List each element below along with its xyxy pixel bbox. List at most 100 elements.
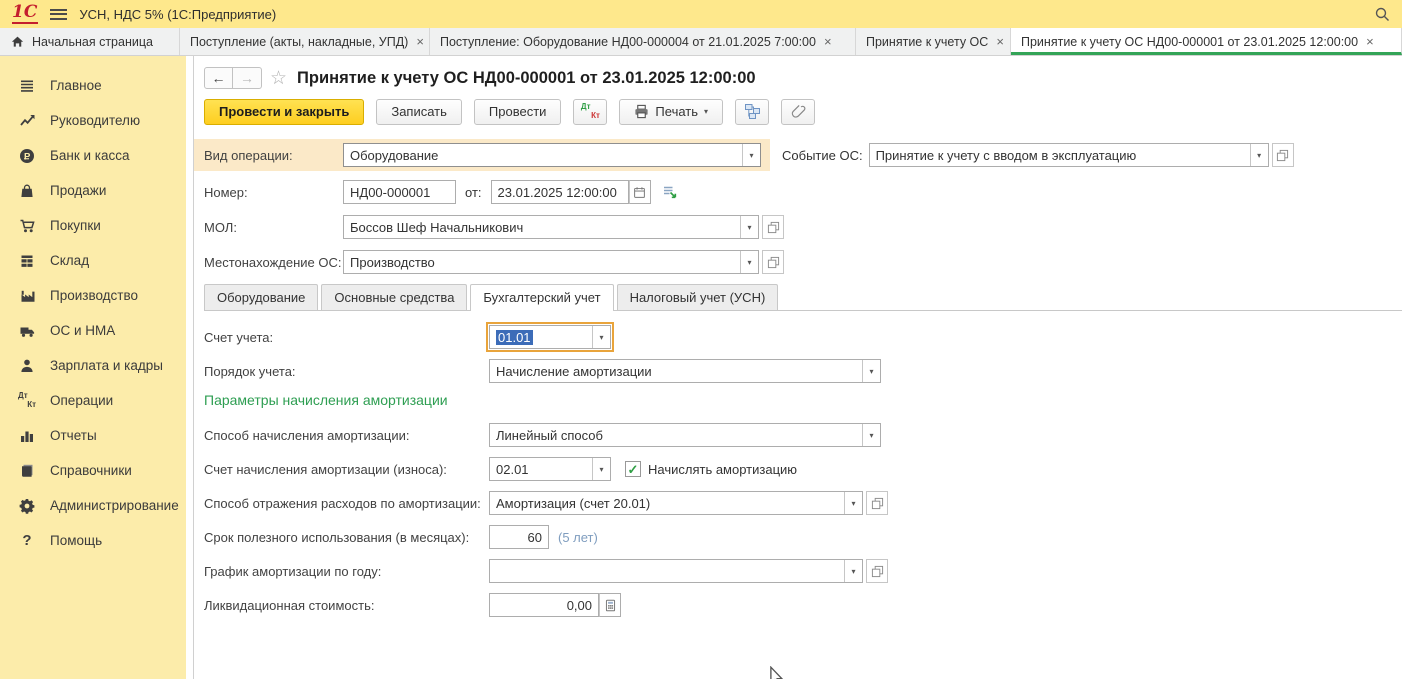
tab-equipment[interactable]: Оборудование (204, 284, 318, 310)
sidebar-item-help[interactable]: ? Помощь (0, 523, 186, 558)
operation-kind-row-highlight: Вид операции: Оборудование ▾ (194, 139, 770, 171)
chevron-down-icon[interactable]: ▾ (592, 326, 610, 348)
location-open-button[interactable] (762, 250, 784, 274)
close-icon[interactable]: × (995, 34, 1005, 49)
os-event-open-button[interactable] (1272, 143, 1294, 167)
chevron-down-icon[interactable]: ▾ (862, 424, 880, 446)
tab-receipt-document[interactable]: Поступление: Оборудование НД00-000004 от… (430, 28, 856, 55)
useful-life-input[interactable]: 60 (489, 525, 549, 549)
os-event-combo[interactable]: Принятие к учету с вводом в эксплуатацию… (869, 143, 1269, 167)
depreciation-schedule-combo[interactable]: ▾ (489, 559, 863, 583)
tab-os-acceptance-document[interactable]: Принятие к учету ОС НД00-000001 от 23.01… (1011, 28, 1402, 55)
tab-fixed-assets[interactable]: Основные средства (321, 284, 467, 310)
accrue-depreciation-checkbox[interactable]: ✓ (625, 461, 641, 477)
sidebar-item-label: Операции (50, 393, 113, 408)
close-icon[interactable]: × (1365, 34, 1375, 49)
close-icon[interactable]: × (823, 34, 833, 49)
warehouse-shelves-icon (18, 253, 36, 269)
sidebar-item-payroll-hr[interactable]: Зарплата и кадры (0, 348, 186, 383)
set-date-icon (662, 184, 678, 200)
account-combo[interactable]: 01.01 ▾ (489, 325, 611, 349)
tab-home-page[interactable]: Начальная страница (0, 28, 180, 55)
question-mark-icon: ? (18, 532, 36, 549)
liquidation-value-input[interactable]: 0,00 (489, 593, 599, 617)
print-button[interactable]: Печать ▾ (619, 99, 723, 125)
depreciation-method-combo[interactable]: Линейный способ ▾ (489, 423, 881, 447)
sidebar-item-reports[interactable]: Отчеты (0, 418, 186, 453)
paperclip-icon (791, 104, 806, 119)
document-structure-button[interactable] (735, 99, 769, 125)
depreciation-account-combo[interactable]: 02.01 ▾ (489, 457, 611, 481)
favorite-star-icon[interactable]: ☆ (270, 67, 287, 90)
open-link-icon (767, 221, 780, 234)
sidebar-item-label: Администрирование (50, 498, 179, 513)
open-link-icon (871, 565, 884, 578)
number-label: Номер: (204, 185, 343, 200)
calculator-button[interactable] (599, 593, 621, 617)
calculator-icon (604, 599, 617, 612)
mol-open-button[interactable] (762, 215, 784, 239)
date-input[interactable]: 23.01.2025 12:00:00 (491, 180, 629, 204)
calendar-button[interactable] (629, 180, 651, 204)
sidebar-item-production[interactable]: Производство (0, 278, 186, 313)
depreciation-schedule-open-button[interactable] (866, 559, 888, 583)
chevron-down-icon[interactable]: ▾ (742, 144, 760, 166)
tab-tax-usn[interactable]: Налоговый учет (УСН) (617, 284, 779, 310)
post-and-close-button[interactable]: Провести и закрыть (204, 99, 364, 125)
sidebar-item-manager[interactable]: Руководителю (0, 103, 186, 138)
number-input[interactable]: НД00-000001 (343, 180, 456, 204)
sidebar-item-label: Отчеты (50, 428, 97, 443)
chevron-down-icon[interactable]: ▾ (592, 458, 610, 480)
dt-kt-postings-button[interactable]: ДтКт (573, 99, 607, 125)
tab-label: Поступление: Оборудование НД00-000004 от… (440, 35, 816, 49)
tab-label: Принятие к учету ОС (866, 35, 988, 49)
mol-combo[interactable]: Боссов Шеф Начальникович ▾ (343, 215, 759, 239)
accounting-order-combo[interactable]: Начисление амортизации ▾ (489, 359, 881, 383)
tab-accounting[interactable]: Бухгалтерский учет (470, 284, 613, 311)
tab-label: Поступление (акты, накладные, УПД) (190, 35, 408, 49)
sidebar-item-sales[interactable]: Продажи (0, 173, 186, 208)
sidebar-item-operations[interactable]: ДтКт Операции (0, 383, 186, 418)
sidebar-item-main[interactable]: Главное (0, 68, 186, 103)
gear-icon (18, 498, 36, 514)
tab-os-acceptance-list[interactable]: Принятие к учету ОС × (856, 28, 1011, 55)
books-icon (18, 463, 36, 479)
chevron-down-icon[interactable]: ▾ (844, 560, 862, 582)
save-button[interactable]: Записать (376, 99, 462, 125)
chevron-down-icon[interactable]: ▾ (740, 251, 758, 273)
chevron-down-icon[interactable]: ▾ (862, 360, 880, 382)
sidebar-item-label: Главное (50, 78, 102, 93)
attachments-button[interactable] (781, 99, 815, 125)
ruble-coin-icon: Р (18, 148, 36, 164)
sidebar-item-fixed-assets[interactable]: ОС и НМА (0, 313, 186, 348)
sidebar-item-label: Руководителю (50, 113, 140, 128)
sidebar-item-purchases[interactable]: Покупки (0, 208, 186, 243)
post-button[interactable]: Провести (474, 99, 562, 125)
chevron-down-icon[interactable]: ▾ (844, 492, 862, 514)
chevron-down-icon: ▾ (704, 107, 708, 116)
back-button[interactable]: ← (204, 67, 233, 89)
set-current-date-button[interactable] (659, 180, 681, 204)
chevron-down-icon[interactable]: ▾ (1250, 144, 1268, 166)
search-icon[interactable] (1374, 6, 1390, 22)
sections-sidebar: Главное Руководителю Р Банк и касса Прод… (0, 56, 186, 679)
svg-text:Р: Р (24, 151, 31, 162)
mouse-cursor (769, 666, 785, 679)
tab-receipts-list[interactable]: Поступление (акты, накладные, УПД) × (180, 28, 430, 55)
sidebar-item-bank-cash[interactable]: Р Банк и касса (0, 138, 186, 173)
forward-button[interactable]: → (233, 67, 262, 89)
useful-life-label: Срок полезного использования (в месяцах)… (204, 530, 489, 545)
document-form: ← → ☆ Принятие к учету ОС НД00-000001 от… (193, 56, 1402, 679)
1c-logo: 1С (12, 4, 38, 24)
location-combo[interactable]: Производство ▾ (343, 250, 759, 274)
chevron-down-icon[interactable]: ▾ (740, 216, 758, 238)
sidebar-item-directories[interactable]: Справочники (0, 453, 186, 488)
main-menu-icon[interactable] (50, 6, 67, 22)
operation-kind-combo[interactable]: Оборудование ▾ (343, 143, 761, 167)
expense-method-combo[interactable]: Амортизация (счет 20.01) ▾ (489, 491, 863, 515)
expense-method-open-button[interactable] (866, 491, 888, 515)
sidebar-item-warehouse[interactable]: Склад (0, 243, 186, 278)
dt-kt-icon: ДтКт (581, 103, 600, 121)
close-icon[interactable]: × (415, 34, 425, 49)
sidebar-item-administration[interactable]: Администрирование (0, 488, 186, 523)
